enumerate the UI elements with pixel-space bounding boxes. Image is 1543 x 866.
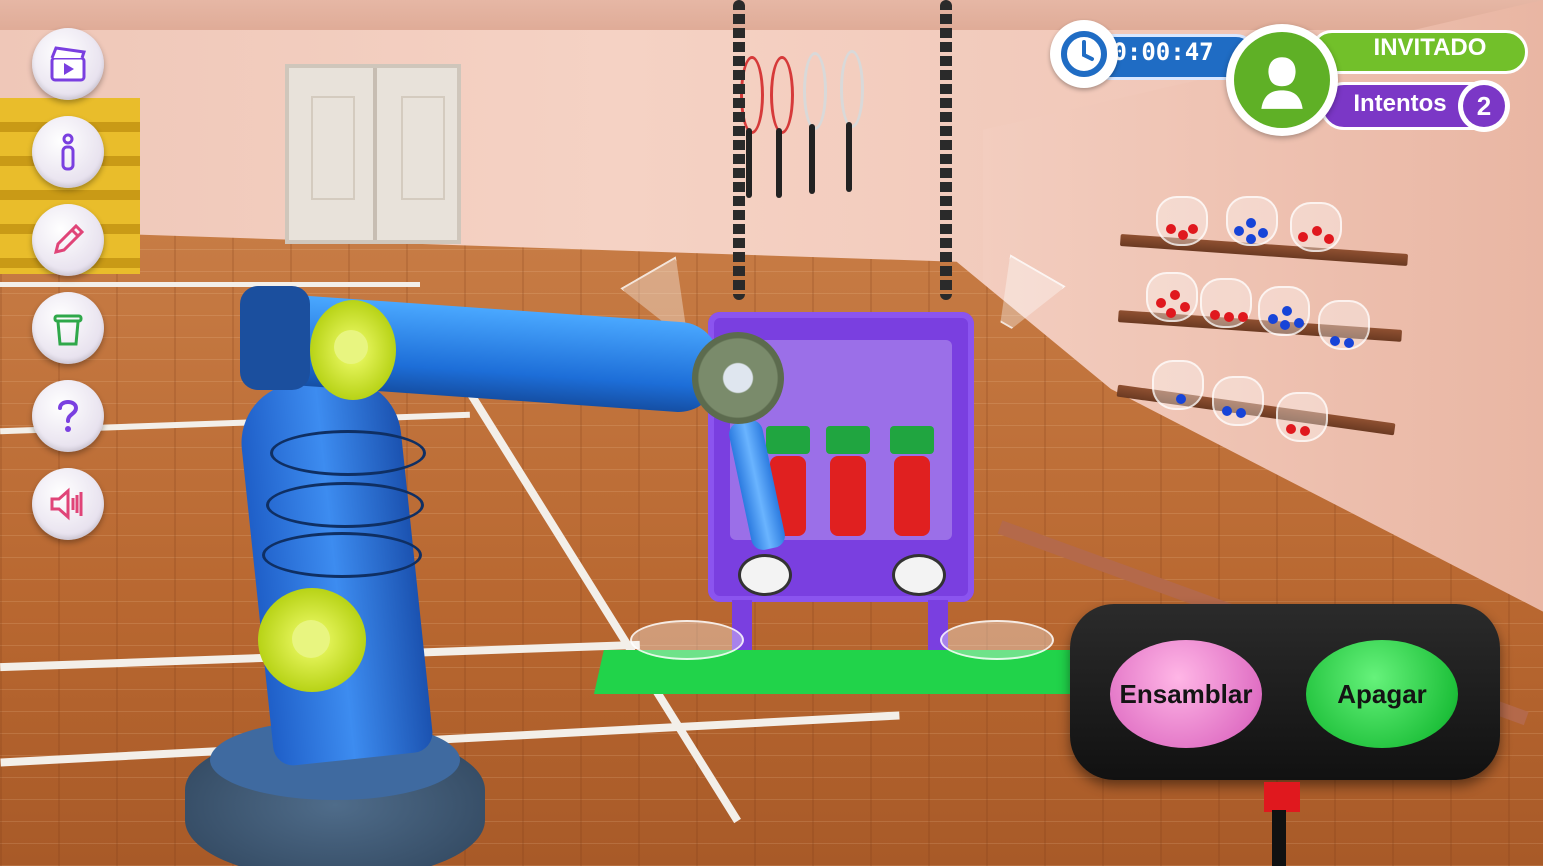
trash-button[interactable] (32, 292, 104, 364)
user-silhouette-icon (1261, 57, 1303, 109)
avatar-inner (1234, 32, 1330, 128)
info-button[interactable] (32, 116, 104, 188)
control-panel: Ensamblar Apagar (1070, 604, 1500, 780)
petri-dish (630, 620, 744, 660)
user-name: INVITADO (1373, 34, 1487, 61)
jar (1212, 376, 1264, 426)
chain (733, 0, 745, 300)
court-line (0, 282, 420, 287)
gauge-icon (892, 554, 946, 596)
tries-label: Intentos (1353, 90, 1447, 117)
chain (940, 0, 952, 300)
clock-badge (1050, 20, 1118, 88)
pencil-icon (53, 223, 85, 255)
info-icon (61, 133, 75, 171)
trash-icon (53, 314, 83, 346)
racket (840, 50, 864, 128)
video-clapper-icon (50, 46, 86, 82)
sound-button[interactable] (32, 468, 104, 540)
clock-icon (1061, 31, 1107, 77)
video-button[interactable] (32, 28, 104, 100)
question-icon (58, 400, 79, 432)
tries-count-badge: 2 (1458, 80, 1510, 132)
help-button[interactable] (32, 380, 104, 452)
notes-button[interactable] (32, 204, 104, 276)
double-door (285, 64, 461, 244)
robot-wrist (692, 332, 784, 424)
racket (803, 52, 827, 130)
cable-wire (1272, 810, 1286, 866)
speaker-icon (50, 487, 83, 521)
petri-dish (940, 620, 1054, 660)
cable-plug (1264, 782, 1300, 812)
assemble-button[interactable]: Ensamblar (1110, 640, 1262, 748)
racket (770, 56, 794, 134)
tries-count: 2 (1463, 85, 1505, 127)
avatar[interactable] (1226, 24, 1338, 136)
gauge-icon (738, 554, 792, 596)
off-button[interactable]: Apagar (1306, 640, 1458, 748)
